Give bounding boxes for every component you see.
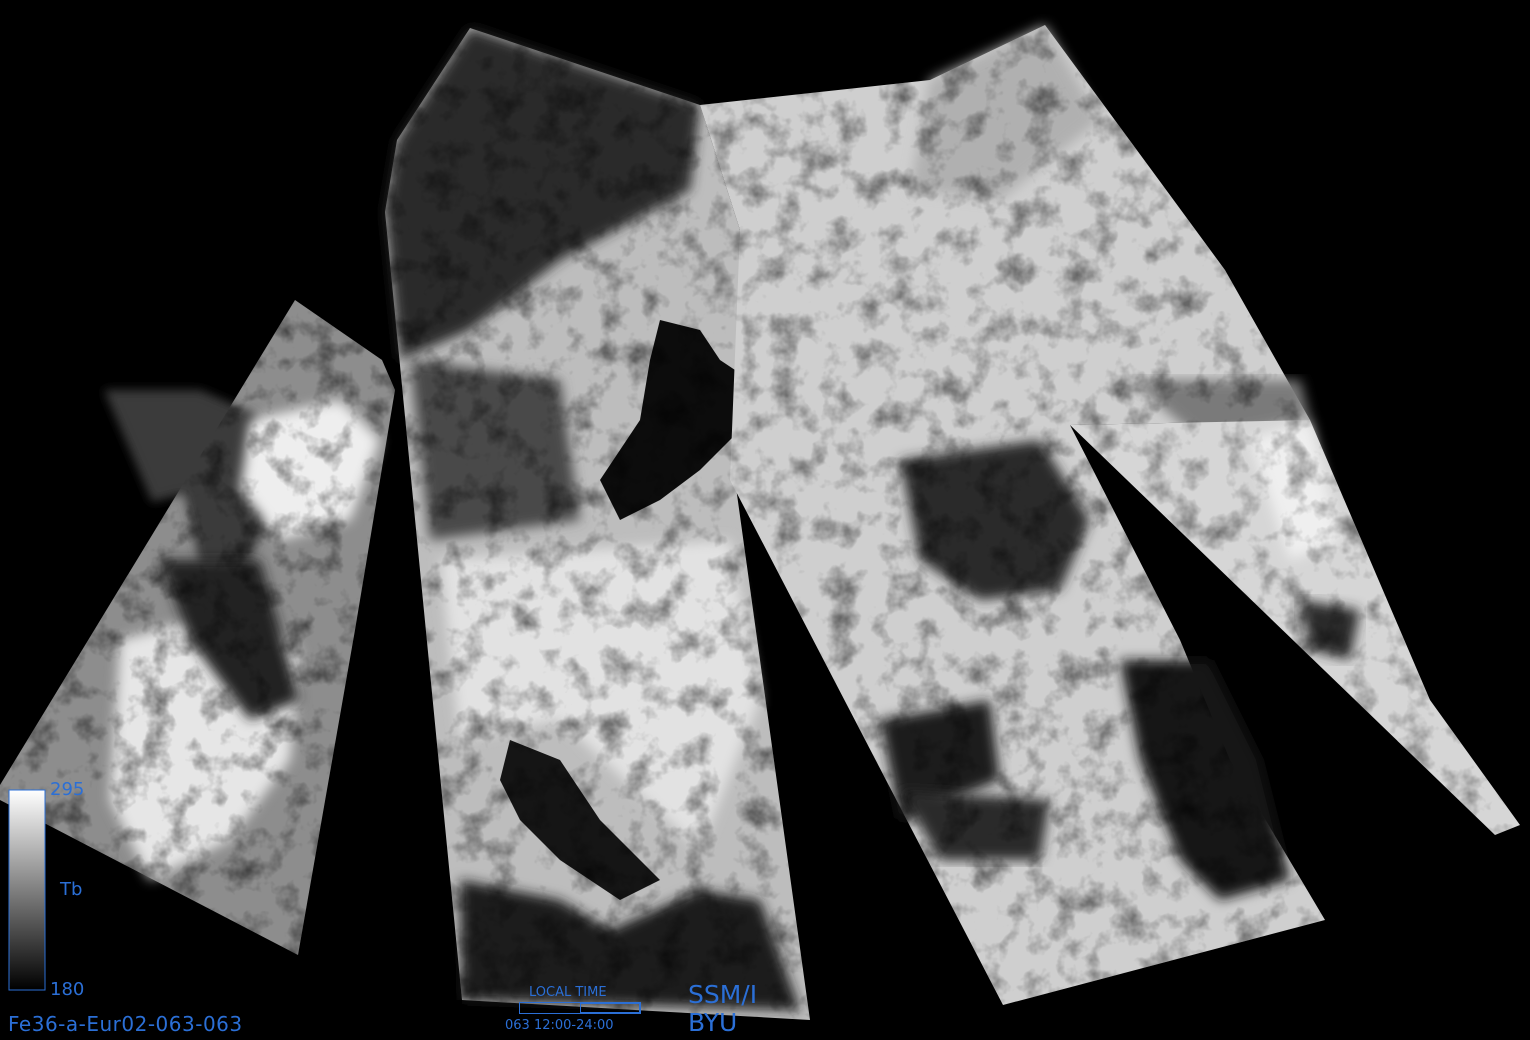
- local-time-bar: [519, 1002, 641, 1014]
- local-time-label: LOCAL TIME: [529, 985, 607, 1000]
- file-id: Fe36-a-Eur02-063-063: [8, 1012, 243, 1036]
- local-time-selected-range: [580, 1003, 640, 1013]
- colorbar-min-label: 180: [50, 979, 85, 1000]
- local-time-range: 063 12:00-24:00: [505, 1018, 614, 1033]
- ssmi-brightness-map: [0, 25, 1520, 1020]
- colorbar: [8, 789, 46, 991]
- colorbar-max-label: 295: [50, 779, 85, 800]
- swath-1: [0, 300, 395, 955]
- sensor-label: SSM/I: [688, 980, 758, 1009]
- org-label: BYU: [688, 1008, 738, 1037]
- colorbar-variable-label: Tb: [60, 879, 83, 900]
